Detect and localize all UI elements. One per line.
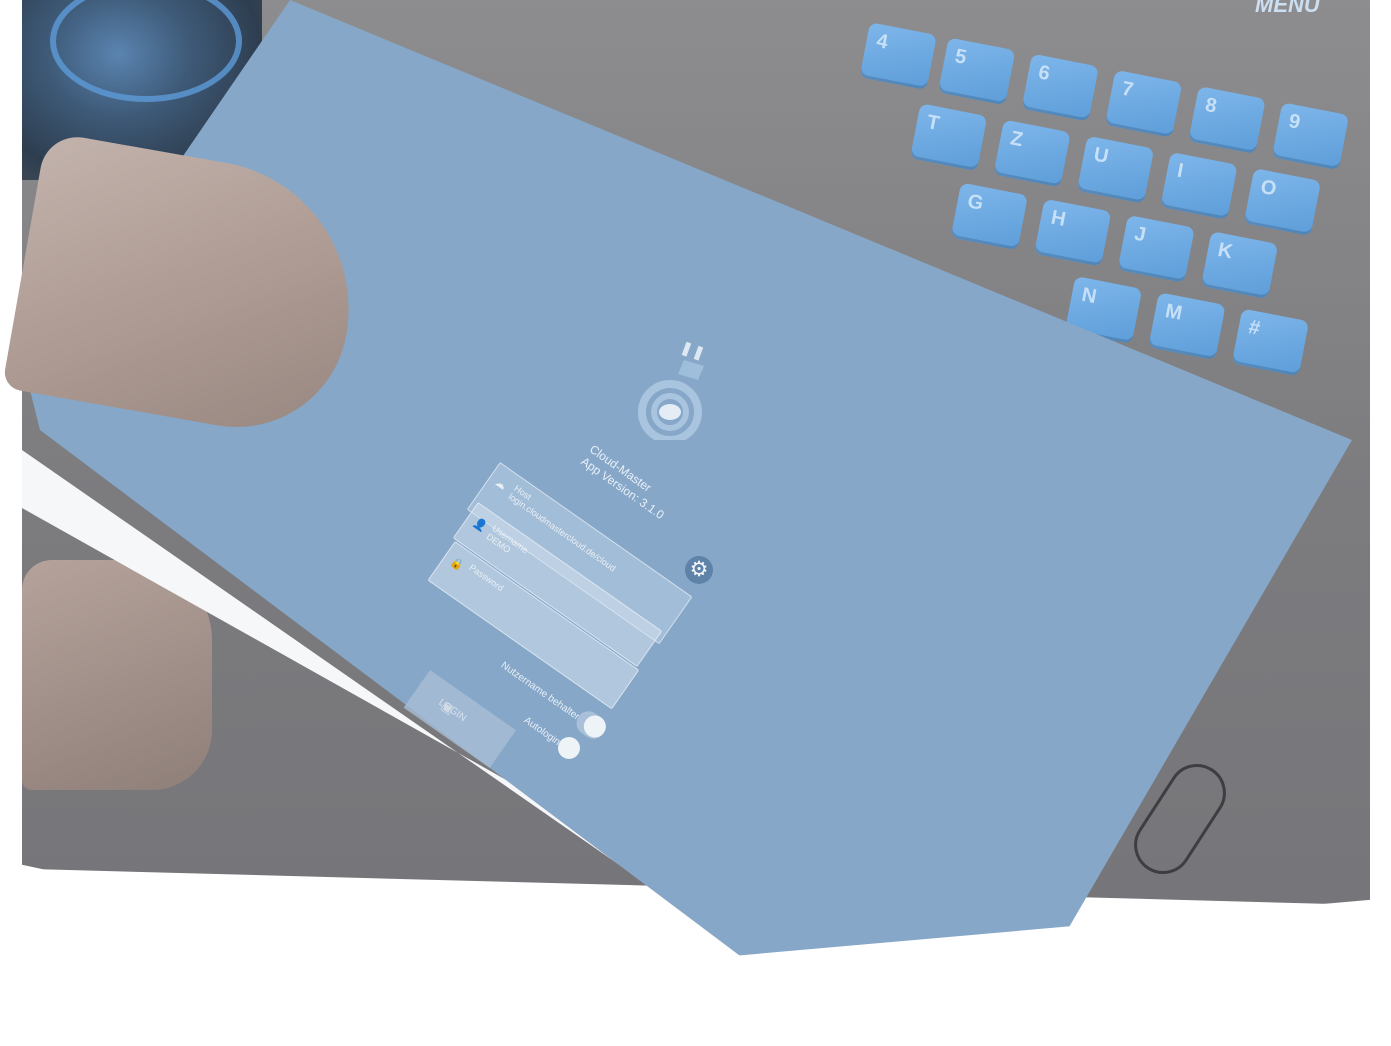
key: H xyxy=(1033,198,1112,267)
autologin-toggle[interactable] xyxy=(558,737,580,759)
key: 9 xyxy=(1271,102,1350,171)
key: I xyxy=(1160,151,1238,220)
cloud-icon: ☁ xyxy=(492,476,509,493)
key: Z xyxy=(993,119,1071,188)
key: U xyxy=(1076,135,1155,204)
photo-scene: MENU 4 5 6 7 8 9 T Z U I O G H J K N M #… xyxy=(0,0,1391,1046)
key: O xyxy=(1243,168,1322,237)
plug-cloud-logo-icon xyxy=(638,341,704,440)
key: 4 xyxy=(859,22,937,91)
key: 5 xyxy=(938,37,1016,106)
key: K xyxy=(1200,231,1279,300)
key: 7 xyxy=(1104,69,1183,138)
key: T xyxy=(909,103,988,172)
keyboard-menu-label: MENU xyxy=(1255,0,1320,17)
key: # xyxy=(1231,308,1310,377)
user-icon: 👤 xyxy=(470,516,489,535)
key: 8 xyxy=(1188,86,1266,155)
key: J xyxy=(1117,214,1195,283)
lock-icon: 🔒 xyxy=(447,555,466,574)
key: G xyxy=(950,182,1028,251)
key: M xyxy=(1148,292,1226,361)
gear-icon[interactable]: ⚙ xyxy=(685,556,713,584)
key: 6 xyxy=(1021,53,1099,122)
